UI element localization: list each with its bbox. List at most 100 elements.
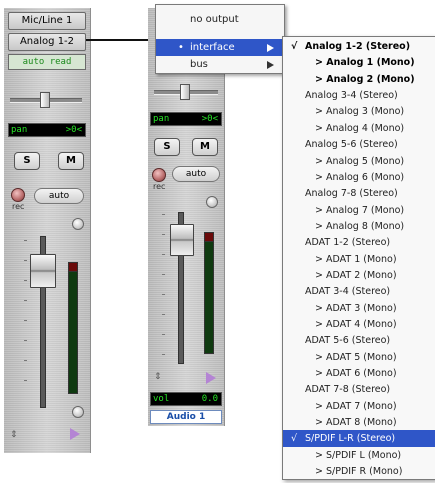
fader-scale-tick	[162, 314, 165, 315]
voice-selector-icon[interactable]	[72, 218, 84, 230]
scroll-arrows-icon[interactable]: ⇕	[10, 430, 18, 440]
interface-submenu: √ Analog 1-2 (Stereo) > Analog 1 (Mono) > A…	[282, 36, 435, 480]
submenu-item[interactable]: > S/PDIF R (Mono)	[283, 463, 435, 480]
fader-scale-tick	[24, 360, 27, 361]
checkmark-icon: √	[291, 41, 298, 52]
fader-scale-tick	[162, 214, 165, 215]
output-selector[interactable]: Analog 1-2	[8, 33, 86, 51]
submenu-item[interactable]: > Analog 1 (Mono)	[283, 54, 435, 71]
fader-scale-tick	[162, 294, 165, 295]
rec-label: rec	[153, 182, 166, 191]
fader-scale-tick	[24, 240, 27, 241]
submenu-item-label: > ADAT 7 (Mono)	[315, 400, 397, 412]
menu-item-no-output[interactable]: no output	[156, 11, 284, 28]
clip-indicator	[69, 263, 77, 272]
submenu-item[interactable]: ADAT 7-8 (Stereo)	[283, 381, 435, 398]
submenu-item[interactable]: ADAT 1-2 (Stereo)	[283, 234, 435, 251]
submenu-item[interactable]: > ADAT 4 (Mono)	[283, 316, 435, 333]
pan-value: >0<	[65, 125, 82, 135]
submenu-arrow-icon	[267, 61, 274, 69]
fader-scale-tick	[162, 354, 165, 355]
submenu-item-label: > ADAT 1 (Mono)	[315, 253, 397, 265]
submenu-item[interactable]: > ADAT 7 (Mono)	[283, 398, 435, 415]
submenu-item[interactable]: > ADAT 5 (Mono)	[283, 349, 435, 366]
volume-fader-cap[interactable]	[30, 254, 56, 288]
input-selector[interactable]: Mic/Line 1	[8, 12, 86, 30]
volume-fader-cap[interactable]	[170, 224, 194, 256]
meter-reset-icon[interactable]	[72, 406, 84, 418]
submenu-item-label: > Analog 6 (Mono)	[315, 171, 405, 183]
record-enable-button[interactable]	[152, 168, 166, 182]
fader-scale-tick	[24, 380, 27, 381]
vol-value: 0.0	[201, 394, 218, 404]
record-enable-button[interactable]	[11, 188, 25, 202]
vol-label: vol	[153, 394, 170, 404]
submenu-item-label: > ADAT 8 (Mono)	[315, 417, 397, 429]
fader-scale-tick	[162, 334, 165, 335]
submenu-item-label: Analog 3-4 (Stereo)	[305, 90, 398, 102]
submenu-item[interactable]: > ADAT 6 (Mono)	[283, 365, 435, 382]
submenu-item[interactable]: > Analog 6 (Mono)	[283, 169, 435, 186]
menu-item-bus[interactable]: bus	[156, 56, 284, 73]
submenu-item[interactable]: Analog 7-8 (Stereo)	[283, 185, 435, 202]
submenu-item-label: Analog 7-8 (Stereo)	[305, 188, 398, 200]
pan-value: >0<	[201, 114, 218, 124]
level-meter	[204, 232, 214, 354]
auto-button[interactable]: auto	[172, 166, 220, 182]
track-name-button[interactable]: Audio 1	[150, 410, 222, 424]
submenu-item-label: > Analog 5 (Mono)	[315, 155, 405, 167]
submenu-item[interactable]: > Analog 5 (Mono)	[283, 153, 435, 170]
submenu-item[interactable]: > Analog 7 (Mono)	[283, 202, 435, 219]
voice-selector-icon[interactable]	[206, 196, 218, 208]
solo-button[interactable]: S	[154, 138, 180, 156]
submenu-item[interactable]: > Analog 3 (Mono)	[283, 103, 435, 120]
submenu-item-label: > S/PDIF R (Mono)	[315, 466, 403, 478]
submenu-item[interactable]: > ADAT 8 (Mono)	[283, 414, 435, 431]
submenu-item[interactable]: ADAT 5-6 (Stereo)	[283, 332, 435, 349]
submenu-item-label: ADAT 5-6 (Stereo)	[305, 335, 391, 347]
selected-bullet-icon: •	[178, 42, 184, 53]
submenu-item-label: ADAT 3-4 (Stereo)	[305, 286, 391, 298]
submenu-item-label: Analog 5-6 (Stereo)	[305, 139, 398, 151]
submenu-item[interactable]: > S/PDIF L (Mono)	[283, 447, 435, 464]
level-meter	[68, 262, 78, 394]
output-popup-menu: no output • interface bus	[155, 4, 285, 74]
rec-label: rec	[12, 202, 25, 211]
fader-scale-tick	[24, 280, 27, 281]
submenu-item[interactable]: > Analog 2 (Mono)	[283, 71, 435, 88]
submenu-item-label: > Analog 1 (Mono)	[315, 57, 415, 69]
send-slider-knob[interactable]	[180, 84, 190, 100]
mute-button[interactable]: M	[58, 152, 84, 170]
track-color-marker-icon	[206, 372, 216, 384]
submenu-item-label: Analog 1-2 (Stereo)	[305, 41, 411, 52]
submenu-item[interactable]: > Analog 8 (Mono)	[283, 218, 435, 235]
pan-label: pan	[11, 125, 28, 135]
checkmark-icon: √	[291, 433, 298, 445]
auto-button[interactable]: auto	[34, 188, 84, 204]
automation-mode-selector[interactable]: auto read	[8, 54, 86, 70]
submenu-item[interactable]: > ADAT 2 (Mono)	[283, 267, 435, 284]
submenu-item[interactable]: > ADAT 3 (Mono)	[283, 300, 435, 317]
submenu-item-label: > ADAT 3 (Mono)	[315, 302, 397, 314]
solo-button[interactable]: S	[14, 152, 40, 170]
submenu-item[interactable]: √ S/PDIF L-R (Stereo)	[283, 430, 435, 448]
submenu-item-label: S/PDIF L-R (Stereo)	[305, 433, 396, 445]
submenu-item-label: > ADAT 5 (Mono)	[315, 351, 397, 363]
fader-scale-tick	[162, 254, 165, 255]
submenu-item[interactable]: Analog 3-4 (Stereo)	[283, 87, 435, 104]
menu-item-interface[interactable]: • interface	[156, 39, 284, 56]
submenu-item[interactable]: > Analog 4 (Mono)	[283, 120, 435, 137]
send-slider-knob[interactable]	[40, 92, 50, 108]
submenu-item-label: > Analog 8 (Mono)	[315, 220, 405, 232]
mute-button[interactable]: M	[192, 138, 218, 156]
submenu-item[interactable]: > ADAT 1 (Mono)	[283, 251, 435, 268]
clip-indicator	[205, 233, 213, 242]
submenu-item[interactable]: √ Analog 1-2 (Stereo)	[283, 38, 435, 55]
submenu-item-label: > Analog 2 (Mono)	[315, 73, 415, 85]
fader-scale-tick	[24, 260, 27, 261]
submenu-item[interactable]: ADAT 3-4 (Stereo)	[283, 283, 435, 300]
fader-scale-tick	[24, 300, 27, 301]
scroll-arrows-icon[interactable]: ⇕	[154, 372, 162, 382]
submenu-item[interactable]: Analog 5-6 (Stereo)	[283, 136, 435, 153]
submenu-item-label: ADAT 7-8 (Stereo)	[305, 384, 391, 396]
